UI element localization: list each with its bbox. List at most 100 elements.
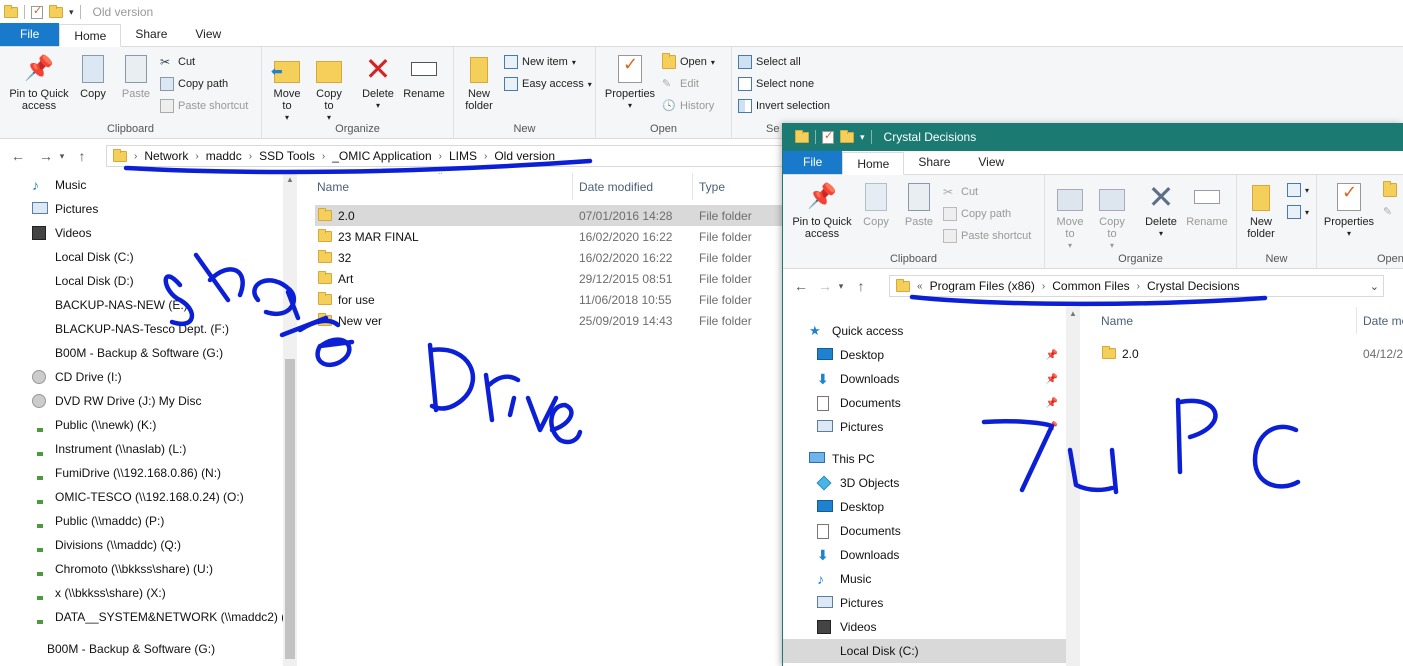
paste-shortcut-button[interactable]: Paste shortcut: [160, 99, 248, 113]
nav-item[interactable]: ⬇ Downloads: [783, 543, 1066, 567]
column-header-date-modified[interactable]: Date modified: [573, 173, 693, 200]
chevron-right-icon[interactable]: ›: [1137, 281, 1140, 292]
tab-home[interactable]: Home: [59, 24, 122, 47]
properties-button[interactable]: Properties ▾: [602, 53, 658, 112]
nav-item[interactable]: Desktop 📌: [783, 343, 1066, 367]
nav-item[interactable]: ♪ Music: [783, 567, 1066, 591]
move-to-button[interactable]: ⬅ Move to ▾: [270, 53, 304, 124]
tab-view[interactable]: View: [181, 23, 235, 46]
tab-view[interactable]: View: [964, 151, 1018, 174]
breadcrumb-item[interactable]: Old version: [494, 149, 555, 163]
nav-item[interactable]: FumiDrive (\\192.168.0.86) (N:): [0, 461, 283, 485]
tab-file[interactable]: File: [783, 151, 843, 174]
nav-item[interactable]: ★ Quick access: [783, 319, 1066, 343]
nav-item[interactable]: Chromoto (\\bkkss\share) (U:): [0, 557, 283, 581]
nav-item[interactable]: Public (\\newk) (K:): [0, 413, 283, 437]
rename-button[interactable]: Rename: [1185, 181, 1229, 228]
invert-selection-button[interactable]: Invert selection: [738, 99, 830, 113]
cut-button[interactable]: ✂ Cut: [943, 185, 978, 199]
nav-item[interactable]: DATA__SYSTEM&NETWORK (\\maddc2) (Z:): [0, 605, 283, 629]
column-header-name[interactable]: Name: [311, 173, 573, 200]
customize-toolbar-icon[interactable]: ▾: [69, 7, 74, 18]
file-row[interactable]: 23 MAR FINAL 16/02/2020 16:22 File folder: [315, 226, 783, 247]
nav-item[interactable]: Pictures: [783, 591, 1066, 615]
new-folder-icon[interactable]: [49, 4, 63, 18]
navigation-scrollbar[interactable]: ▲: [1066, 307, 1080, 666]
forward-arrow-icon[interactable]: →: [36, 148, 56, 164]
chevron-right-icon[interactable]: ›: [249, 151, 252, 162]
new-item-button[interactable]: ▾: [1287, 183, 1309, 197]
nav-item[interactable]: Videos: [783, 615, 1066, 639]
properties-icon[interactable]: [822, 129, 834, 144]
overflow-chevron-icon[interactable]: «: [917, 281, 923, 292]
column-header-name[interactable]: Name: [1095, 307, 1357, 334]
forward-arrow-icon[interactable]: →: [815, 278, 835, 294]
breadcrumb-item[interactable]: Common Files: [1052, 279, 1129, 293]
pin-to-quick-access-button[interactable]: 📌 Pin to Quick access: [6, 53, 72, 112]
new-folder-icon[interactable]: [840, 129, 854, 143]
nav-item[interactable]: Desktop: [783, 495, 1066, 519]
nav-item[interactable]: Pictures 📌: [783, 415, 1066, 439]
breadcrumb-item[interactable]: _OMIC Application: [332, 149, 431, 163]
recent-locations-chevron-icon[interactable]: ▾: [835, 281, 847, 292]
column-header-date-modified[interactable]: Date mo: [1357, 307, 1403, 334]
chevron-right-icon[interactable]: ›: [484, 151, 487, 162]
customize-toolbar-icon[interactable]: ▾: [860, 132, 865, 143]
chevron-right-icon[interactable]: ›: [322, 151, 325, 162]
new-folder-button[interactable]: New folder: [1241, 181, 1281, 240]
address-bar[interactable]: « Program Files (x86) › Common Files › C…: [889, 275, 1384, 297]
tab-share[interactable]: Share: [904, 151, 964, 174]
tab-home[interactable]: Home: [842, 152, 905, 175]
breadcrumb-item[interactable]: maddc: [206, 149, 242, 163]
nav-item[interactable]: B00M - Backup & Software (G:): [0, 341, 283, 365]
nav-item[interactable]: Local Disk (C:): [0, 245, 283, 269]
delete-button[interactable]: ✕ Delete ▾: [360, 53, 396, 112]
back-arrow-icon[interactable]: ←: [791, 278, 811, 294]
file-row[interactable]: 2.0 07/01/2016 14:28 File folder: [315, 205, 783, 226]
nav-item[interactable]: 3D Objects: [783, 471, 1066, 495]
copy-path-button[interactable]: Copy path: [943, 207, 1011, 221]
nav-item[interactable]: Pictures: [0, 197, 283, 221]
nav-item[interactable]: B00M - Backup & Software (G:): [0, 637, 283, 661]
easy-access-button[interactable]: Easy access ▾: [504, 77, 592, 91]
paste-shortcut-button[interactable]: Paste shortcut: [943, 229, 1031, 243]
breadcrumb-item[interactable]: SSD Tools: [259, 149, 315, 163]
chevron-right-icon[interactable]: ›: [195, 151, 198, 162]
chevron-right-icon[interactable]: ›: [1042, 281, 1045, 292]
nav-item[interactable]: Divisions (\\maddc) (Q:): [0, 533, 283, 557]
pinned-icon[interactable]: 📌: [1046, 350, 1058, 361]
easy-access-button[interactable]: ▾: [1287, 205, 1309, 219]
pinned-icon[interactable]: 📌: [1046, 374, 1058, 385]
up-arrow-icon[interactable]: ↑: [72, 148, 92, 164]
pin-to-quick-access-button[interactable]: 📌 Pin to Quick access: [789, 181, 855, 240]
up-arrow-icon[interactable]: ↑: [851, 278, 871, 294]
nav-item[interactable]: Videos: [0, 221, 283, 245]
nav-item[interactable]: ♪ Music: [0, 173, 283, 197]
move-to-button[interactable]: Move to ▾: [1053, 181, 1087, 252]
file-row[interactable]: 32 16/02/2020 16:22 File folder: [315, 247, 783, 268]
nav-item[interactable]: Local Disk (C:): [783, 639, 1066, 663]
properties-icon[interactable]: [31, 4, 43, 19]
nav-item[interactable]: Local Disk (D:): [0, 269, 283, 293]
tab-file[interactable]: File: [0, 23, 60, 46]
rename-button[interactable]: Rename: [402, 53, 446, 100]
properties-button[interactable]: Properties ▾: [1321, 181, 1377, 240]
copy-to-button[interactable]: Copy to ▾: [312, 53, 346, 124]
scrollbar-thumb[interactable]: [285, 359, 295, 659]
navigation-scrollbar[interactable]: ▲: [283, 173, 297, 666]
nav-item[interactable]: ⬇ Downloads 📌: [783, 367, 1066, 391]
edit-button[interactable]: ✎ Edit: [662, 77, 699, 91]
scroll-up-icon[interactable]: ▲: [1069, 309, 1077, 318]
history-button[interactable]: 🕓 History: [662, 99, 714, 113]
select-none-button[interactable]: Select none: [738, 77, 814, 91]
breadcrumb-item[interactable]: Program Files (x86): [930, 279, 1035, 293]
file-row[interactable]: for use 11/06/2018 10:55 File folder: [315, 289, 783, 310]
select-all-button[interactable]: Select all: [738, 55, 801, 69]
copy-button[interactable]: Copy: [859, 181, 893, 228]
nav-item[interactable]: This PC: [783, 447, 1066, 471]
breadcrumb-item[interactable]: Crystal Decisions: [1147, 279, 1240, 293]
breadcrumb-item[interactable]: LIMS: [449, 149, 477, 163]
nav-item[interactable]: Public (\\maddc) (P:): [0, 509, 283, 533]
back-arrow-icon[interactable]: ←: [8, 148, 28, 164]
nav-item[interactable]: DVD RW Drive (J:) My Disc: [0, 389, 283, 413]
